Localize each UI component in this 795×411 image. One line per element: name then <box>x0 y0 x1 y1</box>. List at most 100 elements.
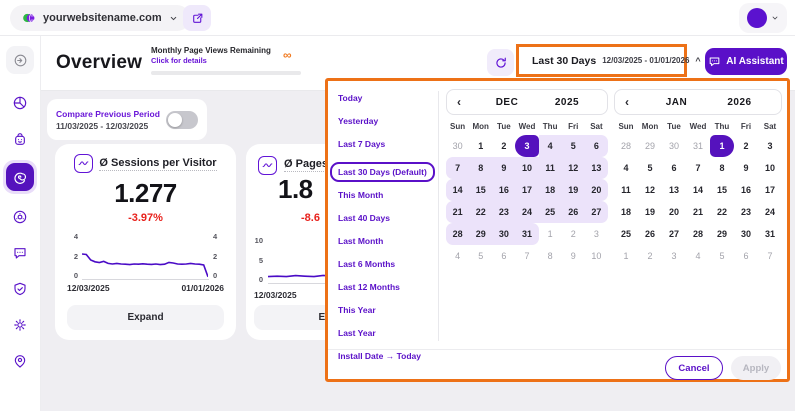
calendar-day[interactable]: 29 <box>710 223 734 245</box>
sidebar-item-settings[interactable] <box>7 312 33 338</box>
calendar-day[interactable]: 2 <box>492 135 515 157</box>
calendar-day[interactable]: 20 <box>585 179 608 201</box>
quick-option-install-date-today[interactable]: Install Date → Today <box>338 351 438 361</box>
calendar-day[interactable]: 8 <box>710 157 734 179</box>
calendar-day[interactable]: 24 <box>515 201 538 223</box>
calendar-day[interactable]: 16 <box>492 179 515 201</box>
calendar-day[interactable]: 27 <box>662 223 686 245</box>
calendar-day[interactable]: 6 <box>662 157 686 179</box>
calendar-day[interactable]: 26 <box>562 201 585 223</box>
calendar-day[interactable]: 5 <box>638 157 662 179</box>
calendar-day[interactable]: 20 <box>662 201 686 223</box>
calendar-day[interactable]: 4 <box>446 245 469 267</box>
calendar-day[interactable]: 19 <box>562 179 585 201</box>
calendar-day[interactable]: 24 <box>758 201 782 223</box>
calendar-day[interactable]: 5 <box>469 245 492 267</box>
calendar-day[interactable]: 9 <box>734 157 758 179</box>
account-menu[interactable] <box>739 3 787 33</box>
quick-option-last-12-months[interactable]: Last 12 Months <box>338 282 438 292</box>
calendar-day[interactable]: 3 <box>585 223 608 245</box>
calendar-day[interactable]: 28 <box>686 223 710 245</box>
calendar-day[interactable]: 13 <box>585 157 608 179</box>
sidebar-item-visitors[interactable] <box>7 126 33 152</box>
calendar-day[interactable]: 18 <box>539 179 562 201</box>
calendar-day[interactable]: 10 <box>515 157 538 179</box>
sidebar-item-collapse[interactable] <box>6 46 34 74</box>
calendar-day[interactable]: 31 <box>515 223 538 245</box>
calendar-day[interactable]: 16 <box>734 179 758 201</box>
sidebar-item-behavior[interactable] <box>3 160 37 194</box>
quick-option-last-7-days[interactable]: Last 7 Days <box>338 139 438 149</box>
calendar-day[interactable]: 10 <box>585 245 608 267</box>
quota-details-link[interactable]: Click for details <box>151 56 303 65</box>
calendar-day[interactable]: 5 <box>710 245 734 267</box>
calendar-month-button[interactable]: DEC <box>477 97 537 108</box>
calendar-day[interactable]: 6 <box>585 135 608 157</box>
sidebar-item-communication[interactable] <box>7 240 33 266</box>
card-title[interactable]: Ø Pages <box>284 158 328 172</box>
calendar-day[interactable]: 27 <box>585 201 608 223</box>
calendar-day[interactable]: 21 <box>446 201 469 223</box>
calendar-day[interactable]: 22 <box>710 201 734 223</box>
calendar-day[interactable]: 22 <box>469 201 492 223</box>
calendar-day[interactable]: 1 <box>614 245 638 267</box>
calendar-day[interactable]: 4 <box>539 135 562 157</box>
quick-option-last-year[interactable]: Last Year <box>338 328 438 338</box>
calendar-day[interactable]: 9 <box>562 245 585 267</box>
calendar-day[interactable]: 13 <box>662 179 686 201</box>
sidebar-item-dashboard[interactable] <box>7 90 33 116</box>
quick-option-yesterday[interactable]: Yesterday <box>338 116 438 126</box>
calendar-day[interactable]: 30 <box>446 135 469 157</box>
calendar-day[interactable]: 23 <box>734 201 758 223</box>
calendar-day[interactable]: 30 <box>734 223 758 245</box>
calendar-day[interactable]: 29 <box>638 135 662 157</box>
calendar-day[interactable]: 30 <box>662 135 686 157</box>
calendar-day[interactable]: 8 <box>469 157 492 179</box>
ai-assistant-button[interactable]: AI Assistant <box>705 48 787 75</box>
calendar-day[interactable]: 6 <box>492 245 515 267</box>
apply-button[interactable]: Apply <box>731 356 781 380</box>
calendar-day[interactable]: 1 <box>469 135 492 157</box>
calendar-day[interactable]: 21 <box>686 201 710 223</box>
calendar-day[interactable]: 8 <box>539 245 562 267</box>
calendar-day[interactable]: 23 <box>492 201 515 223</box>
calendar-day[interactable]: 7 <box>758 245 782 267</box>
quick-option-last-40-days[interactable]: Last 40 Days <box>338 213 438 223</box>
calendar-day[interactable]: 7 <box>686 157 710 179</box>
calendar-day[interactable]: 4 <box>686 245 710 267</box>
quick-option-this-year[interactable]: This Year <box>338 305 438 315</box>
website-selector[interactable]: yourwebsitename.com <box>10 5 190 31</box>
calendar-day[interactable]: 11 <box>614 179 638 201</box>
calendar-day[interactable]: 25 <box>539 201 562 223</box>
calendar-day[interactable]: 7 <box>515 245 538 267</box>
open-external-button[interactable] <box>183 5 211 31</box>
sidebar-item-companies[interactable] <box>7 204 33 230</box>
calendar-day[interactable]: 9 <box>492 157 515 179</box>
calendar-day[interactable]: 15 <box>710 179 734 201</box>
calendar-day[interactable]: 17 <box>758 179 782 201</box>
calendar-day[interactable]: 17 <box>515 179 538 201</box>
calendar-day[interactable]: 1 <box>710 135 734 157</box>
compare-toggle[interactable] <box>166 111 198 129</box>
calendar-day[interactable]: 28 <box>614 135 638 157</box>
quick-option-this-month[interactable]: This Month <box>338 190 438 200</box>
calendar-day[interactable]: 29 <box>469 223 492 245</box>
calendar-day[interactable]: 18 <box>614 201 638 223</box>
calendar-day[interactable]: 3 <box>515 135 538 157</box>
calendar-day[interactable]: 30 <box>492 223 515 245</box>
quick-option-last-month[interactable]: Last Month <box>338 236 438 246</box>
calendar-day[interactable]: 10 <box>758 157 782 179</box>
calendar-day[interactable]: 7 <box>446 157 469 179</box>
calendar-day[interactable]: 5 <box>562 135 585 157</box>
calendar-day[interactable]: 2 <box>734 135 758 157</box>
calendar-year-button[interactable]: 2026 <box>708 97 771 108</box>
calendar-day[interactable]: 14 <box>686 179 710 201</box>
card-title[interactable]: Ø Sessions per Visitor <box>99 157 216 171</box>
quick-option-today[interactable]: Today <box>338 93 438 103</box>
calendar-day[interactable]: 3 <box>758 135 782 157</box>
calendar-day[interactable]: 14 <box>446 179 469 201</box>
quick-option-last-6-months[interactable]: Last 6 Months <box>338 259 438 269</box>
calendar-day[interactable]: 19 <box>638 201 662 223</box>
calendar-day[interactable]: 15 <box>469 179 492 201</box>
calendar-day[interactable]: 31 <box>686 135 710 157</box>
